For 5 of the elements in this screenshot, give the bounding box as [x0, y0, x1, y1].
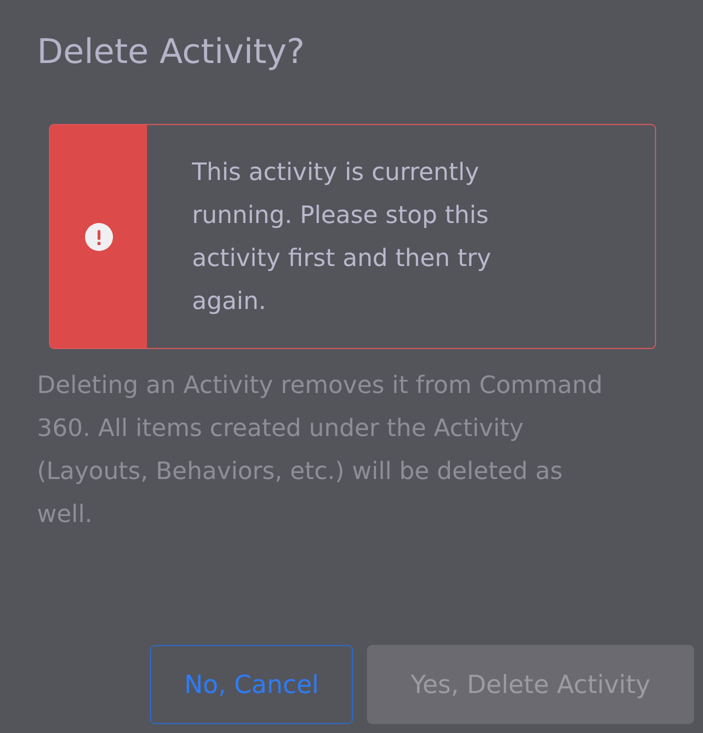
dialog-title: Delete Activity?: [37, 31, 305, 74]
description-text: Deleting an Activity removes it from Command 360. All items created under the Activity (Layouts, Behaviors, etc.) will be deleted as well.: [37, 370, 603, 530]
exclamation-icon: [84, 222, 112, 250]
alert-message: This activity is currently running. Please stop this activity first and then try again.: [192, 156, 492, 316]
cancel-button[interactable]: No, Cancel: [150, 645, 353, 724]
